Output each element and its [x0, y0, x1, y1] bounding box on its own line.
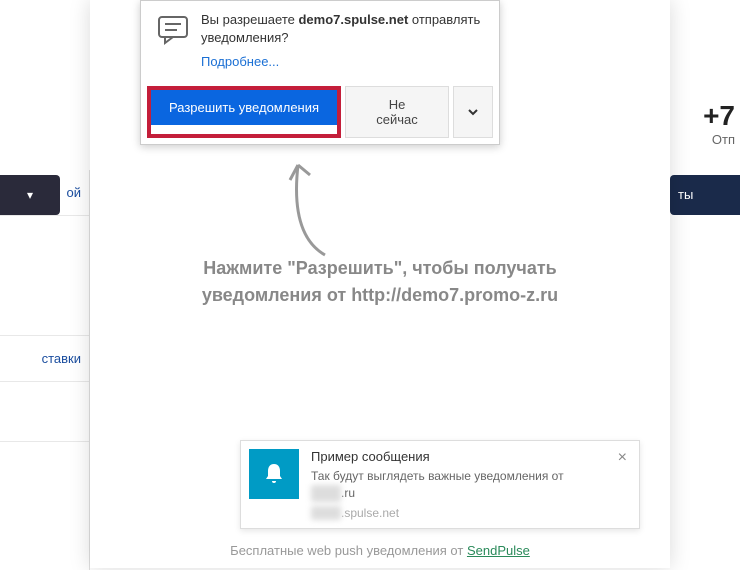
chevron-down-icon: ▾	[0, 175, 60, 215]
phone-display: +7 Отп	[703, 100, 740, 147]
sidebar-spacer	[0, 216, 89, 336]
allow-button-highlight: Разрешить уведомления	[147, 86, 341, 138]
sendpulse-link[interactable]: SendPulse	[467, 543, 530, 558]
notification-source: xxxxx.spulse.net	[311, 506, 614, 520]
sidebar-spacer	[0, 382, 89, 442]
permission-domain: demo7.spulse.net	[298, 12, 408, 27]
notification-title: Пример сообщения	[311, 449, 614, 464]
sidebar-item[interactable]: ставки	[0, 336, 89, 382]
left-sidebar-partial: ой ставки	[0, 170, 90, 570]
phone-number: +7	[703, 100, 735, 132]
learn-more-link[interactable]: Подробнее...	[201, 53, 279, 71]
sample-notification: Пример сообщения Так будут выглядеть важ…	[240, 440, 640, 529]
allow-notifications-button[interactable]: Разрешить уведомления	[151, 90, 337, 125]
notification-permission-dialog: Вы разрешаете demo7.spulse.net отправлят…	[140, 0, 500, 145]
dropdown-button[interactable]	[453, 86, 493, 138]
instruction-text: Нажмите "Разрешить", чтобы получать увед…	[130, 255, 630, 309]
footer-attribution: Бесплатные web push уведомления от SendP…	[90, 543, 670, 558]
instruction-arrow-icon	[270, 135, 350, 270]
right-nav-button[interactable]: ты	[670, 175, 740, 215]
permission-question: Вы разрешаете demo7.spulse.net отправлят…	[201, 11, 480, 72]
chevron-down-icon	[466, 105, 480, 119]
phone-label: Отп	[703, 132, 735, 147]
close-icon[interactable]: ×	[614, 449, 631, 520]
bell-icon	[249, 449, 299, 499]
left-dropdown-button[interactable]: ▾	[0, 175, 60, 215]
chat-bubble-icon	[155, 11, 191, 47]
notification-description: Так будут выглядеть важные уведомления о…	[311, 468, 614, 502]
not-now-button[interactable]: Не сейчас	[345, 86, 449, 138]
